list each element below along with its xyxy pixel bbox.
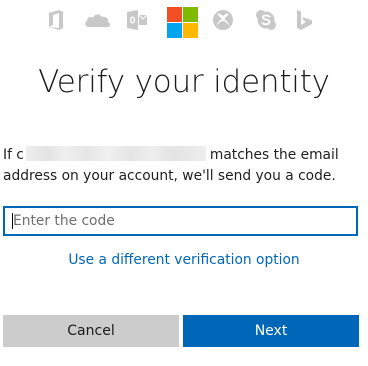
- description-prefix: If c: [3, 147, 24, 163]
- microsoft-logo: [167, 7, 198, 38]
- product-icon-row: [0, 5, 368, 39]
- bing-icon: [297, 10, 312, 30]
- onedrive-icon: [85, 14, 111, 27]
- code-input[interactable]: [3, 206, 358, 236]
- cancel-button[interactable]: Cancel: [3, 315, 179, 347]
- outlook-icon: [127, 10, 148, 30]
- skype-icon: [256, 10, 276, 30]
- text-caret: [12, 213, 13, 229]
- office-icon: [49, 10, 63, 30]
- next-button[interactable]: Next: [183, 315, 359, 347]
- page-title: Verify your identity: [38, 64, 330, 100]
- redacted-email: [25, 146, 206, 161]
- different-verification-option-link[interactable]: Use a different verification option: [0, 250, 368, 270]
- identity-description: If c matches the email address on your ac…: [3, 145, 363, 187]
- xbox-icon: [213, 10, 233, 30]
